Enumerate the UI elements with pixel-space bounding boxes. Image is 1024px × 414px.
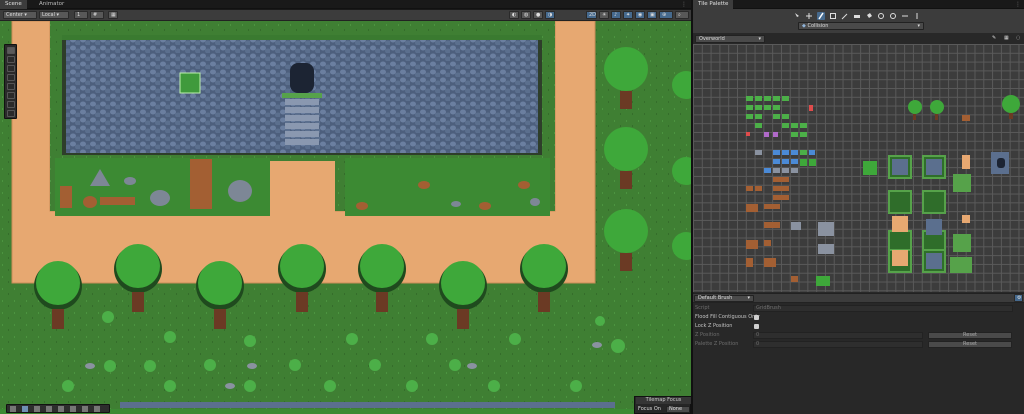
palette-z-field: 0 (753, 341, 923, 348)
tab-scene[interactable]: Scene (0, 0, 27, 9)
palette-z-reset-button[interactable]: Reset (928, 341, 1012, 348)
paint-brush-icon[interactable] (817, 12, 825, 20)
script-field: GridBrush (753, 305, 1013, 312)
shaded-sphere-icon[interactable]: ◑ (545, 11, 555, 19)
tab-animator[interactable]: Animator (34, 0, 69, 9)
pivot-center-dropdown[interactable]: Center ▾ (3, 11, 37, 19)
scene-tabbar: Scene Animator ⋮ (0, 0, 691, 9)
gizmo-icon[interactable]: ◌ (1014, 35, 1023, 43)
tilemap-tools-overlay (6, 404, 110, 413)
lock-z-label: Lock Z Position (695, 323, 733, 329)
brush-header: Default Brush ▾ ⚙ (693, 293, 1024, 303)
grid-toggle-icon[interactable]: ▦ (1002, 35, 1011, 43)
fill-bucket-icon[interactable] (82, 406, 88, 412)
gizmo-icon[interactable]: ⊕ (659, 11, 673, 19)
move-tile-icon[interactable] (22, 406, 28, 412)
overlay-title: Tilemap Focus (636, 397, 691, 404)
brush-name-label: Default Brush (698, 295, 733, 301)
palette-select-dropdown[interactable]: Overworld ▾ (695, 35, 765, 43)
kebab-menu-icon[interactable]: ⋮ (681, 1, 687, 8)
flood-fill-label: Flood Fill Contiguous Only (695, 314, 760, 320)
script-row: Script GridBrush (693, 304, 1024, 313)
flip-y-icon[interactable] (913, 12, 921, 20)
paint-brush-icon[interactable] (34, 406, 40, 412)
brush-settings-icon[interactable]: ⚙ (1014, 294, 1023, 302)
flood-fill-checkbox[interactable] (754, 315, 759, 320)
wireframe-icon[interactable]: ◍ (521, 11, 531, 19)
scale-icon[interactable] (7, 74, 15, 81)
z-position-label: Z Position (695, 332, 720, 338)
visibility-icon[interactable]: ◉ (635, 11, 645, 19)
palette-tiles (746, 95, 1020, 286)
tab-tile-palette[interactable]: Tile Palette (693, 0, 734, 9)
palette-tabbar: Tile Palette ⋮ (693, 0, 1024, 9)
fill-bucket-icon[interactable] (865, 12, 873, 20)
palette-toolbar: ◆ Collision ▾ (693, 9, 1024, 33)
palette-tile-grid[interactable] (693, 44, 1024, 292)
lit-sphere-icon[interactable]: ● (533, 11, 543, 19)
lighting-icon[interactable]: ☀ (599, 11, 609, 19)
palette-z-row: Palette Z Position 0 Reset (693, 340, 1024, 349)
brush-dropdown[interactable]: Default Brush ▾ (694, 295, 754, 302)
move-tool-icon[interactable] (805, 12, 813, 20)
tilemap-icon: ◆ (802, 23, 806, 29)
snap-value[interactable]: 1 (74, 11, 88, 19)
tilemap-scene-art (0, 21, 691, 414)
select-icon[interactable] (10, 406, 16, 412)
settings-icon[interactable] (94, 406, 100, 412)
rotate-left-icon[interactable] (877, 12, 885, 20)
transform-icon[interactable] (7, 92, 15, 99)
scene-tools-overlay (4, 44, 17, 119)
mode-2d-toggle[interactable]: 2D (586, 11, 597, 19)
pivot-center-label: Center (6, 12, 23, 18)
palette-kebab-icon[interactable]: ⋮ (1015, 1, 1021, 8)
grid-icon[interactable]: # (90, 11, 104, 19)
palette-name-label: Overworld (699, 36, 725, 42)
focus-on-dropdown[interactable]: None (666, 406, 690, 413)
custom-tool-icon[interactable] (7, 101, 15, 108)
active-tilemap-label: Collision (807, 23, 829, 29)
script-label: Script (695, 305, 710, 311)
eraser-icon[interactable] (70, 406, 76, 412)
flip-x-icon[interactable] (901, 12, 909, 20)
z-position-row: Z Position 0 Reset (693, 331, 1024, 340)
audio-icon[interactable]: ♪ (611, 11, 621, 19)
move-icon[interactable] (7, 56, 15, 63)
edit-palette-icon[interactable]: ✎ (990, 35, 999, 43)
scene-search-icon[interactable]: ⌕ (675, 11, 689, 19)
eraser-icon[interactable] (853, 12, 861, 20)
pivot-local-label: Local (42, 12, 55, 18)
flood-fill-row: Flood Fill Contiguous Only (693, 313, 1024, 322)
palette-z-label: Palette Z Position (695, 341, 739, 347)
shading-mode-icon[interactable]: ◐ (509, 11, 519, 19)
scene-view[interactable]: Tilemap Focus Focus On None (0, 21, 691, 414)
lock-z-checkbox[interactable] (754, 324, 759, 329)
lock-z-row: Lock Z Position (693, 322, 1024, 331)
eyedropper-icon[interactable] (841, 12, 849, 20)
pivot-local-dropdown[interactable]: Local ▾ (39, 11, 69, 19)
active-tilemap-dropdown[interactable]: ◆ Collision ▾ (798, 22, 924, 30)
z-position-field: 0 (753, 332, 923, 339)
camera-icon[interactable]: ▣ (647, 11, 657, 19)
select-tool-icon[interactable] (793, 12, 801, 20)
focus-on-label: Focus On (638, 406, 661, 412)
z-position-reset-button[interactable]: Reset (928, 332, 1012, 339)
rotate-icon[interactable] (7, 65, 15, 72)
tilemap-tool-icon[interactable] (7, 110, 15, 117)
fx-icon[interactable]: ✦ (623, 11, 633, 19)
rect-icon[interactable] (7, 83, 15, 90)
rotate-right-icon[interactable] (889, 12, 897, 20)
hand-icon[interactable] (7, 47, 15, 54)
box-fill-icon[interactable] (46, 406, 52, 412)
box-fill-icon[interactable] (829, 12, 837, 20)
tilemap-focus-overlay: Tilemap Focus Focus On None (634, 396, 691, 414)
eyedropper-icon[interactable] (58, 406, 64, 412)
scene-toolbar: Center ▾ Local ▾ 1 # ▦ ◐ ◍ ● ◑ 2D ☀ ♪ ✦ … (0, 10, 691, 21)
snap-increment-icon[interactable]: ▦ (108, 11, 118, 19)
